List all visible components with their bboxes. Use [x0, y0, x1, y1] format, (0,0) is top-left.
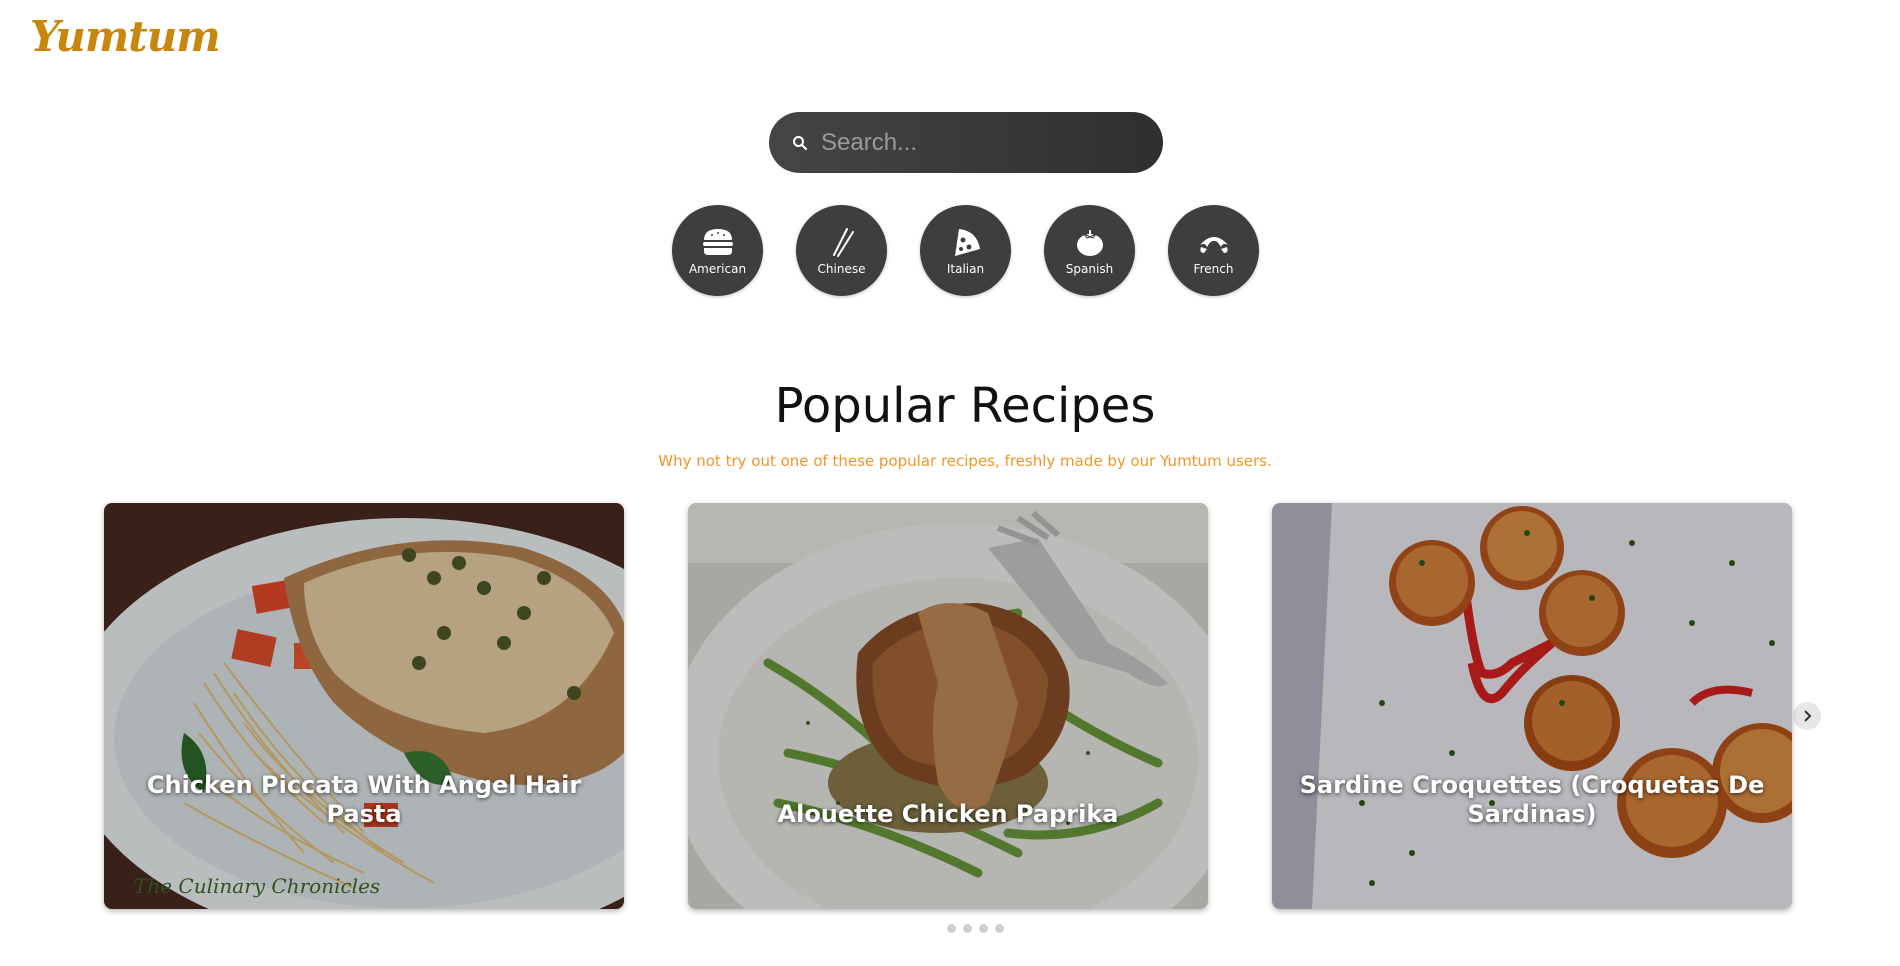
- section-title: Popular Recipes: [774, 378, 1156, 434]
- carousel-dot[interactable]: [947, 924, 956, 933]
- croissant-icon: [1196, 226, 1232, 258]
- recipe-card[interactable]: Alouette Chicken Paprika: [688, 503, 1208, 909]
- section-subtitle: Why not try out one of these popular rec…: [658, 452, 1272, 470]
- carousel-pagination: [947, 924, 1004, 933]
- recipe-title: Chicken Piccata With Angel Hair Pasta: [146, 771, 582, 828]
- chopsticks-icon: [824, 226, 860, 258]
- chevron-right-icon: [1804, 710, 1812, 722]
- search-input[interactable]: [821, 128, 1121, 157]
- search-bar[interactable]: [769, 112, 1163, 173]
- recipe-card[interactable]: Sardine Croquettes (Croquetas De Sardina…: [1272, 503, 1792, 909]
- cuisine-label: French: [1193, 261, 1234, 276]
- search-icon: [791, 134, 809, 152]
- carousel-dot[interactable]: [995, 924, 1004, 933]
- cuisine-label: Italian: [946, 261, 985, 276]
- yumtum-logo[interactable]: Yumtum: [30, 12, 221, 61]
- cuisine-spanish-button[interactable]: Spanish: [1044, 205, 1135, 296]
- cuisine-label: Chinese: [817, 261, 866, 276]
- tomato-icon: [1072, 226, 1108, 258]
- recipe-title: Sardine Croquettes (Croquetas De Sardina…: [1299, 771, 1765, 828]
- cuisine-filter-list: American Chinese Italian Spanish French: [672, 205, 1259, 296]
- cuisine-label: American: [688, 261, 747, 276]
- recipe-card[interactable]: The Culinary Chronicles Chicken Piccata …: [104, 503, 624, 909]
- cuisine-italian-button[interactable]: Italian: [920, 205, 1011, 296]
- cuisine-chinese-button[interactable]: Chinese: [796, 205, 887, 296]
- pizza-icon: [948, 226, 984, 258]
- carousel-next-button[interactable]: [1793, 702, 1821, 730]
- cuisine-french-button[interactable]: French: [1168, 205, 1259, 296]
- cuisine-american-button[interactable]: American: [672, 205, 763, 296]
- cuisine-label: Spanish: [1065, 261, 1114, 276]
- carousel-dot[interactable]: [963, 924, 972, 933]
- burger-icon: [700, 226, 736, 258]
- recipe-title: Alouette Chicken Paprika: [777, 800, 1119, 828]
- carousel-dot[interactable]: [979, 924, 988, 933]
